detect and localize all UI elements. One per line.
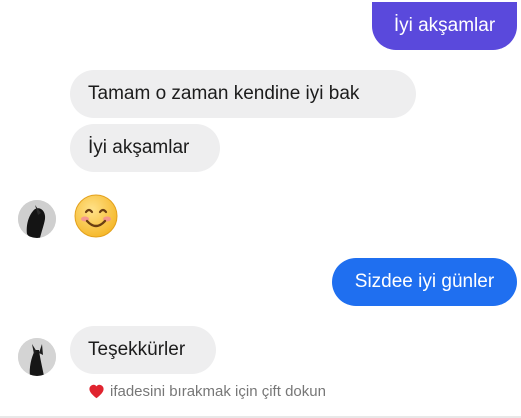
contact-avatar[interactable] (18, 200, 56, 238)
message-text: İyi akşamlar (393, 15, 496, 36)
reaction-hint-text: ifadesini bırakmak için çift dokun (110, 383, 326, 400)
heart-icon (89, 384, 104, 399)
message-text: İyi akşamlar (88, 137, 190, 158)
avatar-image (18, 338, 56, 376)
reaction-hint: ifadesini bırakmak için çift dokun (88, 383, 326, 400)
message-text: Teşekkürler (88, 339, 186, 360)
incoming-message-bubble[interactable]: Teşekkürler (70, 326, 216, 374)
outgoing-message-bubble[interactable]: Sizdee iyi günler (332, 258, 517, 306)
outgoing-message-bubble[interactable]: İyi akşamlar (372, 2, 517, 50)
contact-avatar[interactable] (18, 338, 56, 376)
message-text: Sizdee iyi günler (354, 271, 495, 292)
chat-thread: İyi akşamlar Tamam o zaman kendine iyi b… (0, 0, 521, 418)
message-text: Tamam o zaman kendine iyi bak (88, 83, 360, 104)
incoming-message-bubble[interactable]: Tamam o zaman kendine iyi bak (70, 70, 416, 118)
smiling-face-icon[interactable] (73, 193, 119, 239)
incoming-message-bubble[interactable]: İyi akşamlar (70, 124, 220, 172)
avatar-image (18, 200, 56, 238)
